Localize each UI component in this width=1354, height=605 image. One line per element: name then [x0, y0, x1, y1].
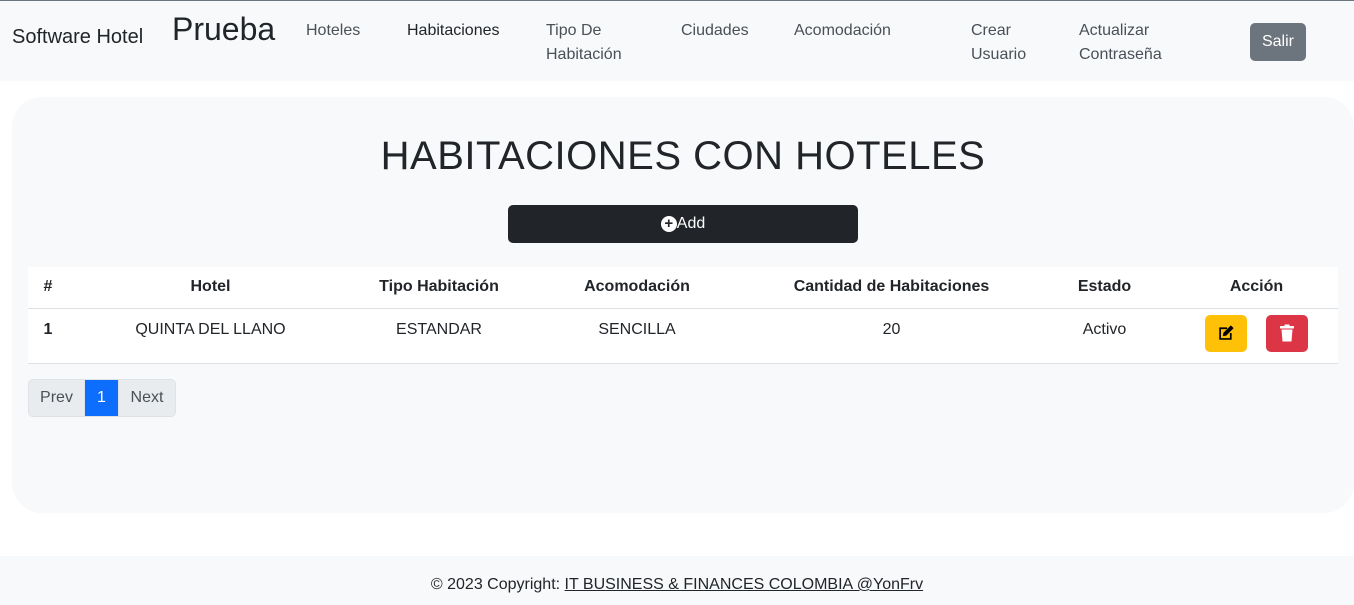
cell-hotel: QUINTA DEL LLANO: [68, 308, 353, 364]
header-estado: Estado: [1034, 267, 1175, 309]
header-cantidad: Cantidad de Habitaciones: [749, 267, 1034, 309]
edit-icon: [1219, 325, 1234, 340]
delete-button[interactable]: [1265, 314, 1308, 352]
pagination-prev[interactable]: Prev: [29, 380, 85, 416]
nav-ciudades[interactable]: Ciudades: [681, 19, 749, 43]
brand[interactable]: Software Hotel: [12, 26, 143, 49]
logout-button[interactable]: Salir: [1250, 23, 1306, 61]
footer-copyright: © 2023 Copyright:: [430, 576, 565, 593]
add-button[interactable]: + Add: [508, 205, 858, 243]
header-tipo: Tipo Habitación: [353, 267, 525, 309]
plus-circle-icon: +: [660, 216, 677, 232]
nav-tipo-habitacion[interactable]: Tipo De Habitación: [546, 19, 636, 67]
header-hotel: Hotel: [68, 267, 353, 309]
nav-hoteles[interactable]: Hoteles: [306, 19, 360, 43]
table-header-row: # Hotel Tipo Habitación Acomodación Cant…: [28, 267, 1338, 309]
page-title: HABITACIONES CON HOTELES: [380, 134, 986, 178]
cell-accion: [1175, 308, 1338, 364]
nav-habitaciones[interactable]: Habitaciones: [407, 19, 500, 43]
pagination-page-1[interactable]: 1: [85, 380, 118, 416]
nav-actualizar-contrasena[interactable]: Actualizar Contraseña: [1079, 19, 1169, 67]
header-acomodacion: Acomodación: [525, 267, 749, 309]
table-row: 1 QUINTA DEL LLANO ESTANDAR SENCILLA 20 …: [28, 308, 1338, 364]
header-num: #: [28, 267, 68, 309]
cell-tipo: ESTANDAR: [353, 308, 525, 364]
brand-title: Prueba: [172, 11, 276, 47]
add-button-label: Add: [676, 215, 706, 232]
rooms-table: # Hotel Tipo Habitación Acomodación Cant…: [28, 267, 1338, 364]
nav-crear-usuario[interactable]: Crear Usuario: [971, 19, 1031, 67]
pagination-next[interactable]: Next: [118, 380, 175, 416]
nav-acomodacion[interactable]: Acomodación: [794, 19, 891, 43]
trash-icon: [1279, 324, 1294, 342]
cell-acomodacion: SENCILLA: [525, 308, 749, 364]
cell-estado: Activo: [1034, 308, 1175, 364]
header-accion: Acción: [1175, 267, 1338, 309]
pagination: Prev 1 Next: [28, 379, 176, 417]
navbar: Software Hotel Prueba Hoteles Habitacion…: [0, 0, 1354, 81]
cell-num: 1: [28, 308, 68, 364]
footer: © 2023 Copyright: IT BUSINESS & FINANCES…: [0, 556, 1354, 605]
edit-button[interactable]: [1205, 314, 1248, 352]
footer-link[interactable]: IT BUSINESS & FINANCES COLOMBIA @YonFrv: [565, 576, 924, 593]
cell-cantidad: 20: [749, 308, 1034, 364]
